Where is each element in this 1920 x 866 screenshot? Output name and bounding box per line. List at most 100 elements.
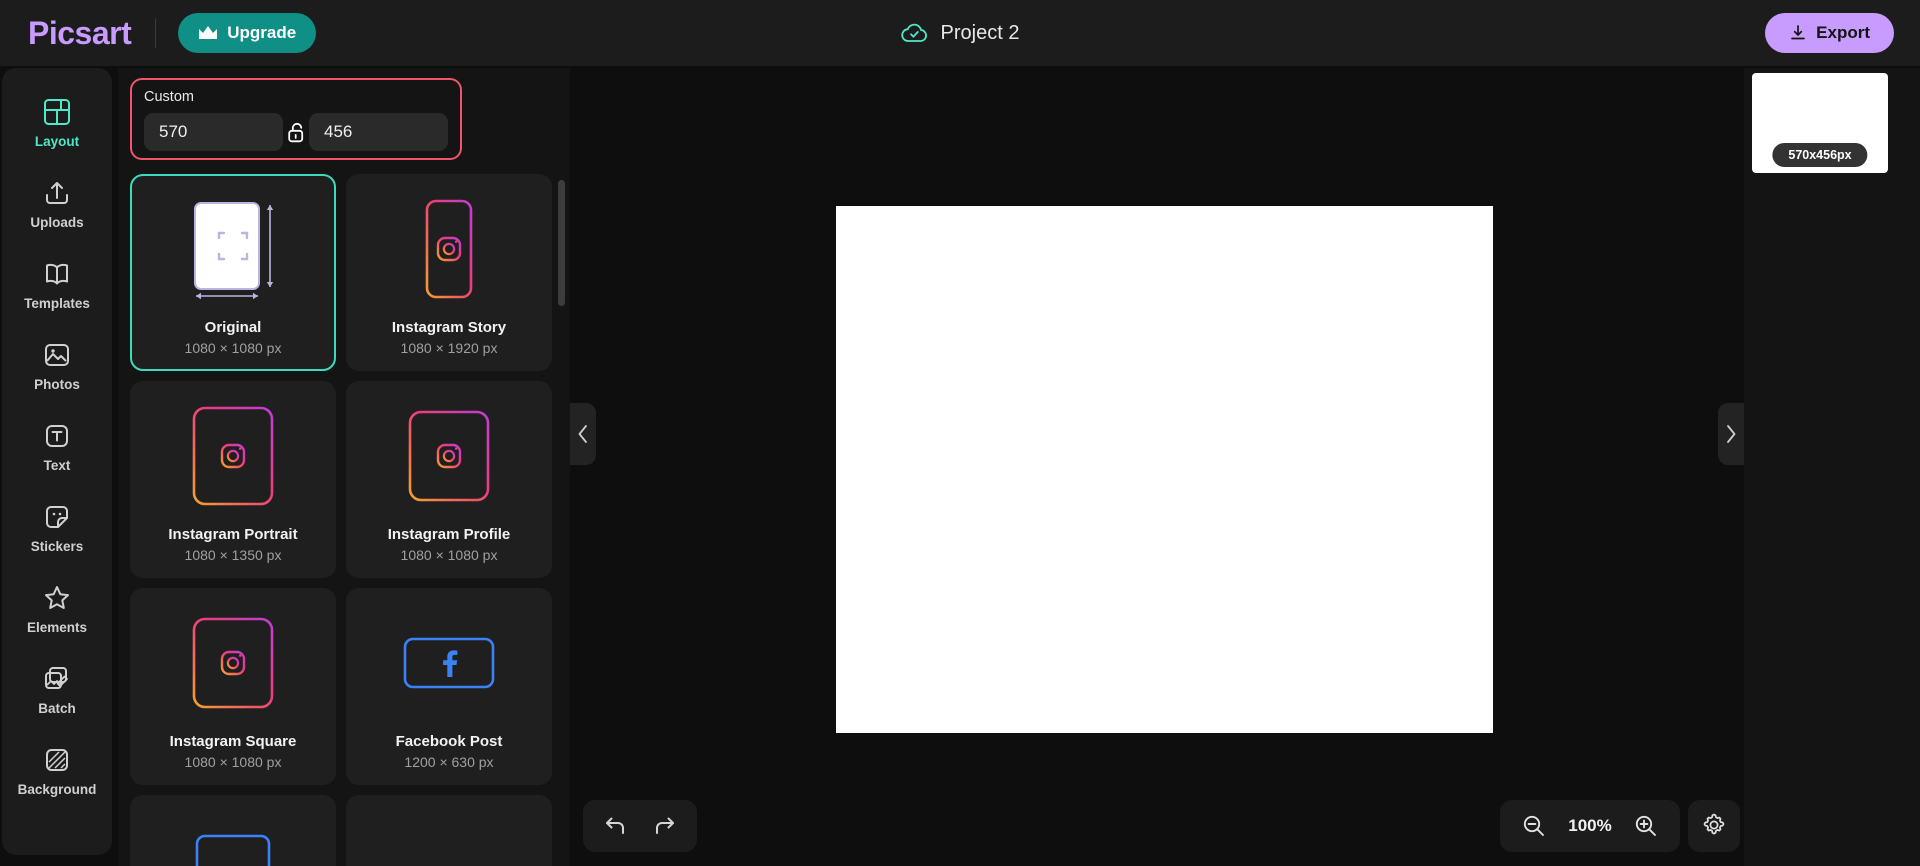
preset-card-original[interactable]: Original 1080 × 1080 px <box>130 174 336 371</box>
preset-cards-scroll[interactable]: Original 1080 × 1080 px Instagram Story … <box>118 174 570 866</box>
zoom-level-value[interactable]: 100% <box>1562 816 1618 836</box>
preset-title: Facebook Post <box>395 733 503 750</box>
collapse-right-panel-button[interactable] <box>1718 403 1744 465</box>
sticker-icon <box>42 502 72 532</box>
facebook-cover-icon <box>177 814 289 866</box>
preset-card-instagram-story[interactable]: Instagram Story 1080 × 1920 px <box>346 174 552 371</box>
zoom-out-icon <box>1522 814 1546 838</box>
book-icon <box>42 259 72 289</box>
gear-icon <box>1701 812 1727 841</box>
sidebar-item-label: Stickers <box>30 538 84 554</box>
aspect-ratio-lock-button[interactable] <box>283 113 309 151</box>
facebook-post-icon <box>393 607 505 719</box>
preset-dims: 1080 × 1080 px <box>400 547 498 563</box>
original-preview-icon <box>177 193 289 305</box>
preset-title: Instagram Story <box>391 319 507 336</box>
preset-dims: 1080 × 1080 px <box>184 754 282 770</box>
canvas-artboard[interactable] <box>836 206 1493 733</box>
export-label: Export <box>1816 23 1870 42</box>
chevron-right-icon <box>1725 424 1737 444</box>
unlock-aspect-ratio-icon <box>287 122 306 143</box>
panel-scrollbar[interactable] <box>558 180 565 306</box>
upgrade-label: Upgrade <box>227 23 297 42</box>
preset-dims: 1080 × 1920 px <box>400 340 498 356</box>
sidebar-item-label: Templates <box>24 295 90 311</box>
sidebar-item-text[interactable]: Text <box>2 406 112 487</box>
redo-button[interactable] <box>643 806 687 846</box>
preset-card-partial-right[interactable] <box>346 795 552 866</box>
header-divider <box>155 18 157 48</box>
zoom-out-button[interactable] <box>1512 806 1556 846</box>
preset-title: Instagram Profile <box>387 526 511 543</box>
picsart-logo[interactable]: Picsart <box>28 17 132 49</box>
size-inputs-row <box>144 113 448 151</box>
project-title-group[interactable]: Project 2 <box>901 0 1020 66</box>
chevron-left-icon <box>577 424 589 444</box>
collapse-left-panel-button[interactable] <box>570 403 596 465</box>
preset-card-facebook-post[interactable]: Facebook Post 1200 × 630 px <box>346 588 552 785</box>
preset-card-instagram-portrait[interactable]: Instagram Portrait 1080 × 1350 px <box>130 381 336 578</box>
background-icon <box>42 745 72 775</box>
sidebar-item-label: Elements <box>26 619 88 635</box>
preset-card-partial-left[interactable] <box>130 795 336 866</box>
preview-panel: 570x456px <box>1744 68 1920 866</box>
instagram-portrait-icon <box>177 400 289 512</box>
preset-title: Instagram Portrait <box>168 526 298 543</box>
star-icon <box>42 583 72 613</box>
tool-rail: Layout Uploads Templates Photos Text Sti… <box>2 68 112 855</box>
preset-dims: 1080 × 1080 px <box>184 340 282 356</box>
sidebar-item-label: Batch <box>38 700 76 716</box>
sidebar-item-label: Photos <box>34 376 80 392</box>
sidebar-item-label: Layout <box>34 133 80 149</box>
sidebar-item-label: Text <box>43 457 71 473</box>
layout-panel: Custom px <box>118 68 647 866</box>
zoom-in-icon <box>1634 814 1658 838</box>
preset-title: Original <box>204 319 262 336</box>
sidebar-item-layout[interactable]: Layout <box>2 82 112 163</box>
sidebar-item-elements[interactable]: Elements <box>2 568 112 649</box>
preset-card-instagram-square[interactable]: Instagram Square 1080 × 1080 px <box>130 588 336 785</box>
layout-icon <box>42 97 72 127</box>
page-title: Project 2 <box>940 21 1020 44</box>
settings-button[interactable] <box>1688 800 1740 852</box>
preset-dims: 1200 × 630 px <box>404 754 494 770</box>
sidebar-item-stickers[interactable]: Stickers <box>2 487 112 568</box>
sidebar-item-label: Uploads <box>30 214 84 230</box>
sidebar-item-background[interactable]: Background <box>2 730 112 811</box>
instagram-profile-icon <box>393 400 505 512</box>
download-icon <box>1789 24 1807 42</box>
cloud-saved-icon <box>901 22 929 44</box>
height-input[interactable] <box>309 113 448 151</box>
sidebar-item-label: Background <box>17 781 97 797</box>
sidebar-item-uploads[interactable]: Uploads <box>2 163 112 244</box>
instagram-square-icon <box>177 607 289 719</box>
width-input[interactable] <box>144 113 283 151</box>
app-header: Picsart Upgrade Project 2 Export <box>0 0 1920 66</box>
batch-icon <box>42 664 72 694</box>
image-icon <box>42 340 72 370</box>
custom-size-box: Custom <box>130 78 462 160</box>
zoom-in-button[interactable] <box>1624 806 1668 846</box>
preset-cards-grid: Original 1080 × 1080 px Instagram Story … <box>118 174 570 866</box>
preset-card-instagram-profile[interactable]: Instagram Profile 1080 × 1080 px <box>346 381 552 578</box>
picsart-editor: Picsart Upgrade Project 2 Export Layout … <box>0 0 1920 866</box>
redo-icon <box>653 815 677 837</box>
sidebar-item-batch[interactable]: Batch <box>2 649 112 730</box>
crown-icon <box>198 25 218 41</box>
custom-size-label: Custom <box>144 89 194 105</box>
sidebar-item-photos[interactable]: Photos <box>2 325 112 406</box>
instagram-story-icon <box>393 193 505 305</box>
zoom-toolbar: 100% <box>1500 800 1680 852</box>
export-button[interactable]: Export <box>1765 13 1894 53</box>
sidebar-item-templates[interactable]: Templates <box>2 244 112 325</box>
undo-button[interactable] <box>593 806 637 846</box>
canvas-thumbnail[interactable]: 570x456px <box>1752 73 1888 173</box>
canvas-stage[interactable] <box>570 68 1744 866</box>
preset-dims: 1080 × 1350 px <box>184 547 282 563</box>
thumbnail-size-badge: 570x456px <box>1772 143 1868 167</box>
undo-icon <box>603 815 627 837</box>
text-icon <box>42 421 72 451</box>
upgrade-button[interactable]: Upgrade <box>178 13 317 53</box>
history-toolbar <box>583 800 697 852</box>
preset-title: Instagram Square <box>169 733 297 750</box>
